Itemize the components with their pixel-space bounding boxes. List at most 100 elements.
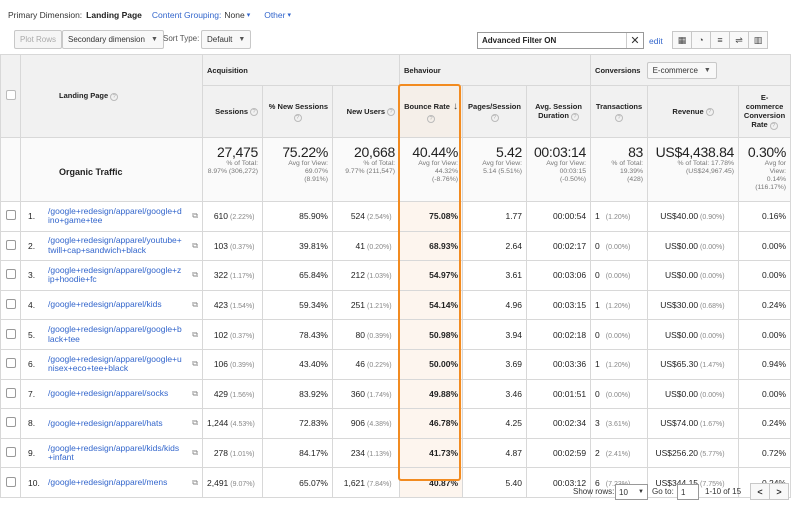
row-checkbox[interactable] bbox=[5, 299, 16, 310]
external-link-icon[interactable]: ⧉ bbox=[192, 448, 198, 458]
landing-page-link[interactable]: /google+redesign/apparel/kids bbox=[48, 300, 182, 310]
landing-page-link[interactable]: /google+redesign/apparel/google+unisex+e… bbox=[48, 354, 182, 374]
help-icon[interactable]: ? bbox=[387, 108, 396, 116]
show-rows-select[interactable]: 10 ▼ bbox=[615, 484, 648, 500]
comparison-view-icon[interactable]: ⇌ bbox=[729, 31, 749, 49]
help-icon[interactable]: ? bbox=[570, 112, 579, 121]
advanced-filter-input[interactable]: Advanced Filter ON ✕ bbox=[477, 32, 644, 49]
row-number: 8. bbox=[28, 418, 36, 429]
transactions-value: 1 bbox=[595, 359, 600, 370]
landing-page-link[interactable]: /google+redesign/apparel/youtube+twill+c… bbox=[48, 236, 182, 255]
next-page-button[interactable]: > bbox=[769, 483, 789, 500]
pages-per-session-header[interactable]: Pages/Session? bbox=[462, 85, 528, 138]
external-link-icon[interactable]: ⧉ bbox=[192, 359, 198, 369]
row-checkbox[interactable] bbox=[5, 328, 16, 339]
transactions-header[interactable]: Transactions? bbox=[590, 85, 649, 138]
row-checkbox[interactable] bbox=[5, 269, 16, 280]
row-checkbox[interactable] bbox=[5, 239, 16, 250]
help-icon[interactable]: ? bbox=[427, 114, 436, 123]
performance-view-icon[interactable]: ≡ bbox=[710, 31, 730, 49]
pie-view-icon[interactable]: ◔ bbox=[691, 31, 711, 49]
row-select-cell bbox=[0, 408, 21, 439]
goto-input[interactable]: 1 bbox=[677, 484, 699, 500]
help-icon[interactable]: ? bbox=[110, 92, 119, 101]
help-icon[interactable]: ? bbox=[293, 113, 302, 122]
previous-page-button[interactable]: < bbox=[750, 483, 770, 500]
revenue-value: US$40.00 bbox=[660, 211, 699, 222]
new-users-cell: 212 (1.03%) bbox=[331, 260, 401, 291]
help-icon[interactable]: ? bbox=[615, 113, 624, 122]
new-users-percent: (1.13%) bbox=[367, 451, 392, 459]
chevron-down-icon[interactable]: ▾ bbox=[247, 11, 251, 19]
sessions-value: 106 bbox=[213, 359, 228, 370]
conversion-type-dropdown[interactable]: E-commerce ▼ bbox=[646, 61, 717, 79]
pages-per-session-cell: 4.96 bbox=[462, 289, 528, 321]
totals-sessions: 27,475% of Total: 8.97% (306,272) bbox=[202, 137, 263, 202]
totals-pages-per-session: 5.42 Avg for View: 5.14 (5.51%) bbox=[462, 137, 528, 202]
revenue-header[interactable]: Revenue? bbox=[647, 85, 740, 138]
row-checkbox[interactable] bbox=[5, 417, 16, 428]
row-select-cell bbox=[0, 289, 21, 321]
new-sessions-header[interactable]: % New Sessions? bbox=[262, 85, 333, 138]
external-link-icon[interactable]: ⧉ bbox=[192, 270, 198, 280]
row-checkbox[interactable] bbox=[5, 387, 16, 398]
landing-page-link[interactable]: /google+redesign/apparel/google+zip+hood… bbox=[48, 265, 182, 285]
table-row: 6. /google+redesign/apparel/google+unise… bbox=[0, 348, 792, 380]
row-checkbox[interactable] bbox=[5, 447, 16, 458]
revenue-value: US$256.20 bbox=[655, 448, 699, 459]
close-icon[interactable]: ✕ bbox=[626, 33, 643, 48]
other-dimension-link[interactable]: Other bbox=[264, 10, 285, 20]
landing-page-link[interactable]: /google+redesign/apparel/hats bbox=[48, 418, 182, 429]
landing-page-link[interactable]: /google+redesign/apparel/google+black+te… bbox=[48, 324, 182, 344]
avg-session-duration-header[interactable]: Avg. Session Duration? bbox=[526, 85, 592, 138]
help-icon[interactable]: ? bbox=[250, 108, 258, 116]
external-link-icon[interactable]: ⧉ bbox=[192, 211, 198, 221]
transactions-cell: 1 (1.20%) bbox=[590, 289, 649, 321]
sessions-value: 610 bbox=[213, 211, 228, 222]
row-number: 7. bbox=[28, 388, 36, 399]
ecommerce-rate-cell: 0.00% bbox=[738, 230, 792, 262]
page-range: 1-10 of 15 bbox=[705, 487, 742, 496]
totals-ecommerce-rate: 0.30% Avg for View: 0.14% (116.17%) bbox=[738, 137, 792, 202]
plot-rows-button[interactable]: Plot Rows bbox=[14, 30, 63, 49]
sort-type-label: Sort Type: bbox=[163, 34, 200, 43]
landing-page-link[interactable]: /google+redesign/apparel/google+dino+gam… bbox=[48, 206, 182, 226]
new-users-percent: (4.38%) bbox=[367, 421, 392, 429]
table-view-icon[interactable]: ▦ bbox=[672, 31, 692, 49]
help-icon[interactable]: ? bbox=[769, 121, 778, 130]
revenue-percent: (0.00%) bbox=[700, 243, 725, 251]
secondary-dimension-dropdown[interactable]: Secondary dimension ▼ bbox=[62, 30, 164, 49]
external-link-icon[interactable]: ⧉ bbox=[192, 300, 198, 310]
external-link-icon[interactable]: ⧉ bbox=[192, 330, 198, 340]
external-link-icon[interactable]: ⧉ bbox=[192, 418, 198, 428]
sessions-percent: (1.01%) bbox=[230, 451, 255, 459]
bounce-rate-header[interactable]: Bounce Rate ↓? bbox=[399, 85, 464, 138]
sessions-header[interactable]: Sessions? bbox=[202, 85, 263, 138]
content-grouping-label[interactable]: Content Grouping: bbox=[152, 10, 221, 20]
row-checkbox[interactable] bbox=[5, 210, 16, 221]
select-all-checkbox[interactable] bbox=[5, 90, 16, 100]
new-sessions-cell: 85.90% bbox=[262, 201, 333, 232]
landing-page-link[interactable]: /google+redesign/apparel/kids/kids+infan… bbox=[48, 443, 182, 463]
pages-per-session-cell: 4.25 bbox=[462, 408, 528, 439]
table-row: 5. /google+redesign/apparel/google+black… bbox=[0, 319, 792, 350]
external-link-icon[interactable]: ⧉ bbox=[192, 389, 198, 399]
landing-page-link[interactable]: /google+redesign/apparel/socks bbox=[48, 389, 182, 399]
pivot-view-icon[interactable]: ▥ bbox=[748, 31, 768, 49]
content-grouping-value[interactable]: None bbox=[224, 10, 244, 20]
new-users-header[interactable]: New Users? bbox=[331, 85, 401, 138]
help-icon[interactable]: ? bbox=[490, 113, 499, 122]
external-link-icon[interactable]: ⧉ bbox=[192, 241, 198, 251]
row-checkbox[interactable] bbox=[5, 358, 16, 369]
help-icon[interactable]: ? bbox=[705, 108, 714, 116]
landing-page-header: Landing Page? bbox=[20, 54, 203, 138]
edit-filter-link[interactable]: edit bbox=[649, 36, 663, 46]
ecommerce-rate-cell: 0.00% bbox=[738, 378, 792, 410]
chevron-down-icon[interactable]: ▾ bbox=[287, 11, 291, 19]
ecommerce-conversion-rate-header[interactable]: E-commerce Conversion Rate? bbox=[738, 85, 792, 138]
row-select-cell bbox=[0, 437, 21, 469]
sort-type-dropdown[interactable]: Default ▼ bbox=[201, 30, 252, 49]
primary-dimension-landing-page[interactable]: Landing Page bbox=[86, 10, 142, 20]
new-users-cell: 524 (2.54%) bbox=[331, 201, 401, 232]
landing-page-cell: 7. /google+redesign/apparel/socks ⧉ bbox=[20, 378, 203, 410]
